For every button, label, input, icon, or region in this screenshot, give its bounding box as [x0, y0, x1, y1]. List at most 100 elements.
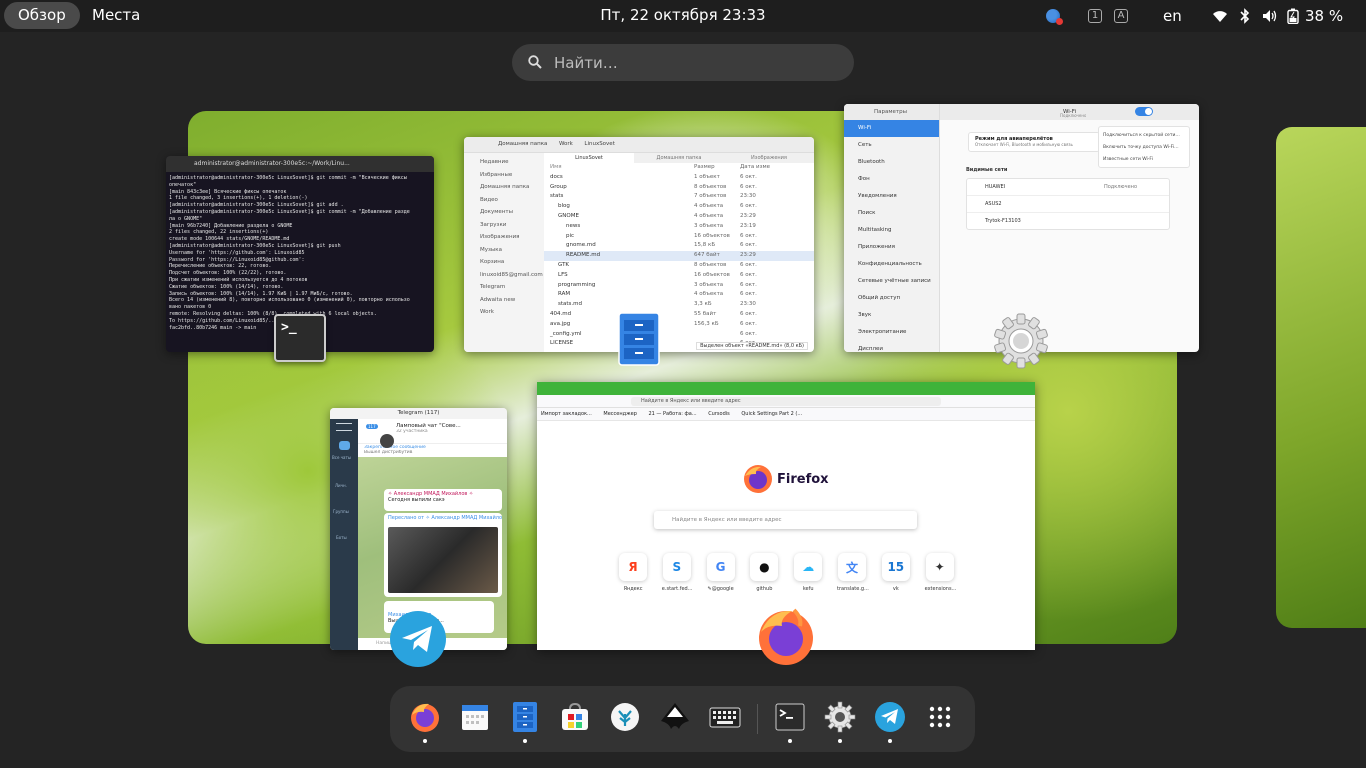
shortcut-tile[interactable]: ✦ extensions... [925, 553, 956, 592]
tab[interactable]: Изображения [724, 153, 814, 163]
dash-show-apps-button[interactable] [923, 702, 957, 736]
menu-item[interactable]: Известные сети Wi-Fi [1103, 154, 1185, 166]
settings-sidebar-item[interactable]: Уведомления [844, 188, 939, 205]
settings-sidebar-item[interactable]: Приложения [844, 239, 939, 256]
network-row[interactable]: HUAWEI Подключено [967, 179, 1169, 196]
settings-sidebar-item[interactable]: Сетевые учётные записи [844, 273, 939, 290]
settings-sidebar-item[interactable]: Wi-Fi [844, 120, 939, 137]
dash-keyboard-button[interactable] [708, 702, 742, 736]
settings-sidebar-item[interactable]: Сеть [844, 137, 939, 154]
dash-calendar-button[interactable] [458, 702, 492, 736]
shortcut-tile[interactable]: G ✎@google [706, 553, 736, 592]
settings-sidebar-item[interactable]: Поиск [844, 205, 939, 222]
path-segment[interactable]: Work [559, 141, 573, 147]
sidebar-item[interactable]: linuxoid85@gmail.com [464, 272, 544, 285]
tab[interactable]: LinuxSovet [544, 153, 634, 163]
sidebar-item[interactable]: Недавние [464, 159, 544, 172]
record-indicator-icon[interactable] [1046, 9, 1063, 25]
file-row[interactable]: GNOME 4 объекта 23:29 [544, 212, 814, 222]
dash-firefox-button[interactable] [408, 702, 442, 743]
bookmark[interactable]: Импорт закладок... [541, 411, 592, 417]
network-row[interactable]: ASUS2 [967, 196, 1169, 213]
sidebar-item[interactable]: Загрузки [464, 222, 544, 235]
menu-icon[interactable] [336, 423, 352, 431]
sidebar-item[interactable]: Домашняя папка [464, 184, 544, 197]
sidebar-item[interactable]: Adwaita new [464, 297, 544, 310]
file-row[interactable]: pic 16 объектов 6 окт. [544, 232, 814, 242]
shortcut-tile[interactable]: 文 translate.g... [837, 553, 869, 592]
firefox-tabbar[interactable] [537, 382, 1035, 395]
system-tray[interactable]: 38 % [1212, 0, 1343, 32]
settings-sidebar-item[interactable]: Фон [844, 171, 939, 188]
settings-sidebar-item[interactable]: Bluetooth [844, 154, 939, 171]
file-row[interactable]: RAM 4 объекта 6 окт. [544, 290, 814, 300]
file-row[interactable]: blog 4 объекта 6 окт. [544, 202, 814, 212]
bookmark[interactable]: Cursodis [708, 411, 730, 417]
settings-sidebar-item[interactable]: Multitasking [844, 222, 939, 239]
bookmark[interactable]: Мессенджер [603, 411, 636, 417]
sidebar-item[interactable]: Изображения [464, 234, 544, 247]
tab[interactable]: Домашняя папка [634, 153, 724, 163]
newtab-search[interactable]: Найдите в Яндекс или введите адрес [654, 511, 917, 529]
chat-header[interactable]: Ламповый чат "Сове... 32 участника [358, 419, 507, 448]
sidebar-item[interactable]: Корзина [464, 259, 544, 272]
file-row[interactable]: _config.yml 6 окт. [544, 330, 814, 340]
sidebar-item[interactable]: Work [464, 309, 544, 322]
sidebar-item[interactable]: Музыка [464, 247, 544, 260]
bookmark[interactable]: Quick Settings Part 2 (... [741, 411, 802, 417]
file-row[interactable]: README.md 647 байт 23:29 [544, 251, 814, 261]
shortcut-tile[interactable]: ☁ kefu [793, 553, 823, 592]
file-row[interactable]: docs 1 объект 6 окт. [544, 173, 814, 183]
network-row[interactable]: Trytok-F13103 [967, 213, 1169, 230]
file-row[interactable]: LFS 16 объектов 6 окт. [544, 271, 814, 281]
file-row[interactable]: news 3 объекта 23:19 [544, 222, 814, 232]
wifi-toggle[interactable] [1135, 107, 1153, 116]
path-segment[interactable]: LinuxSovet [584, 141, 614, 147]
sidebar-item[interactable]: Видео [464, 197, 544, 210]
forwarded-photo[interactable] [388, 527, 498, 593]
file-row[interactable]: stats 7 объектов 23:30 [544, 192, 814, 202]
settings-sidebar-item[interactable]: Звук [844, 307, 939, 324]
dash-terminal-button[interactable] [773, 702, 807, 743]
file-row[interactable]: stats.md 3,3 кБ 23:30 [544, 300, 814, 310]
path-segment[interactable]: Домашняя папка [498, 141, 547, 147]
dash-telegram-button[interactable] [873, 702, 907, 743]
settings-sidebar-item[interactable]: Конфиденциальность [844, 256, 939, 273]
workspace-thumbnail-next[interactable] [1276, 127, 1366, 628]
forwarded-message[interactable]: Переслано от ✧ Александр ММАД Михайлов ✧ [384, 513, 502, 597]
dash-settings-button[interactable] [823, 701, 857, 743]
file-row[interactable]: gnome.md 15,8 кБ 6 окт. [544, 241, 814, 251]
dash-files-button[interactable] [508, 702, 542, 743]
search-input[interactable] [554, 44, 844, 81]
dash-app-5-button[interactable] [608, 702, 642, 736]
file-row[interactable]: programming 3 объекта 6 окт. [544, 281, 814, 291]
message-bubble[interactable]: ✧ Александр ММАД Михайлов ✧ Сегодня выпи… [384, 489, 502, 511]
dash-inkscape-button[interactable] [658, 702, 692, 736]
shortcut-tile[interactable]: ● github [749, 553, 779, 592]
sidebar-item[interactable]: Избранные [464, 172, 544, 185]
bookmark[interactable]: 21 — Работа: фа... [648, 411, 696, 417]
workspace-indicator-a[interactable]: A [1114, 9, 1128, 23]
file-row[interactable]: 404.md 55 байт 6 окт. [544, 310, 814, 320]
shortcut-tile[interactable]: 15 vk [881, 553, 911, 592]
settings-sidebar-item[interactable]: Дисплеи [844, 341, 939, 352]
url-bar[interactable]: Найдите в Яндекс или введите адрес [631, 397, 941, 406]
sidebar-item[interactable]: Telegram [464, 284, 544, 297]
file-row[interactable]: GTK 8 объектов 6 окт. [544, 261, 814, 271]
layout-switcher[interactable]: en [1163, 0, 1182, 32]
dash-software-button[interactable] [558, 702, 592, 736]
workspace-indicator-1[interactable]: 1 [1088, 9, 1102, 23]
settings-sidebar-item[interactable]: Общий доступ [844, 290, 939, 307]
settings-sidebar-item[interactable]: Электропитание [844, 324, 939, 341]
shortcut-tile[interactable]: Я Яндекс [618, 553, 648, 592]
clock[interactable]: Пт, 22 октября 23:33 [0, 2, 1366, 29]
file-row[interactable]: ava.jpg 156,3 кБ 6 окт. [544, 320, 814, 330]
menu-item[interactable]: Включить точку доступа Wi-Fi… [1103, 142, 1185, 154]
airplane-mode-card[interactable]: Режим для авиаперелётов Отключает Wi-Fi,… [968, 132, 1100, 152]
sidebar-item[interactable]: Документы [464, 209, 544, 222]
file-row[interactable]: Group 8 объектов 6 окт. [544, 183, 814, 193]
keyboard-layout[interactable]: en [1163, 7, 1182, 25]
shortcut-tile[interactable]: S e.start.fed... [662, 553, 692, 592]
search-box[interactable] [512, 44, 854, 81]
menu-item[interactable]: Подключиться к скрытой сети… [1103, 130, 1185, 142]
